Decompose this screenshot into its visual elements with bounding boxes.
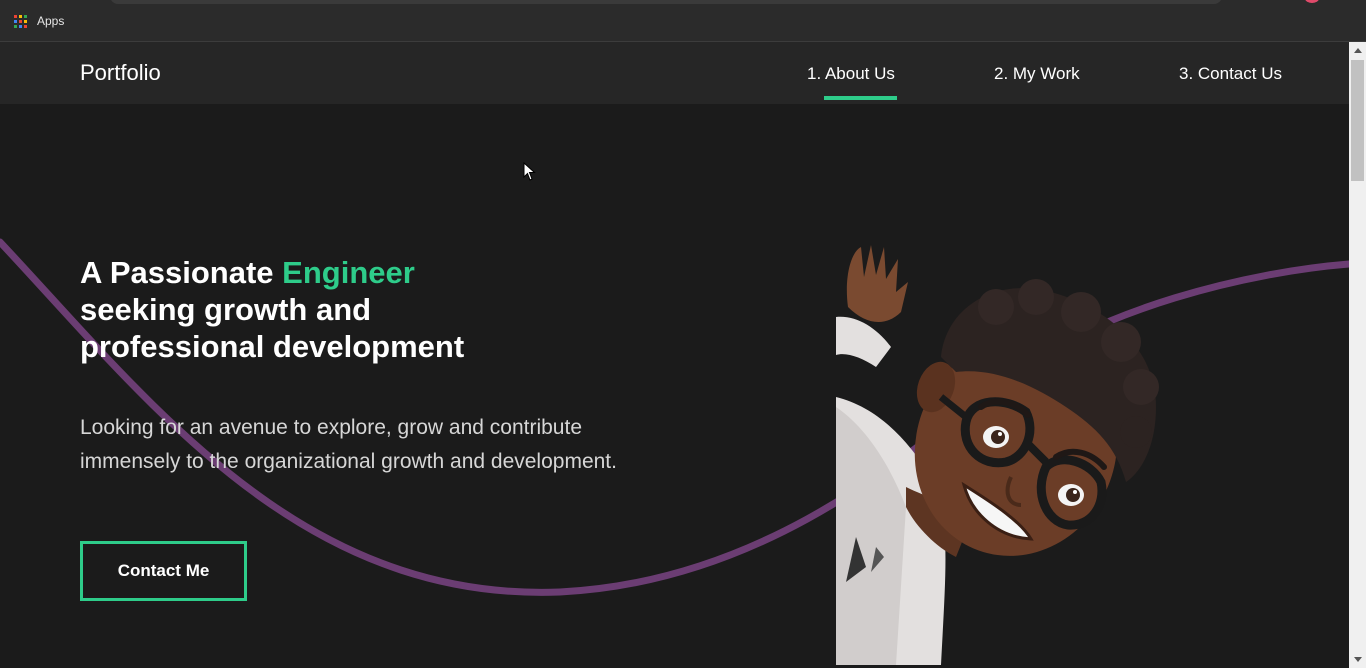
hero-subtitle: Looking for an avenue to explore, grow a… [80,416,617,473]
hero-title-prefix: A Passionate [80,255,283,290]
scrollbar-thumb[interactable] [1351,60,1364,181]
apps-bookmark-label[interactable]: Apps [37,14,64,28]
scroll-down-arrow-icon[interactable] [1349,651,1366,668]
avatar-illustration [836,245,1159,665]
site-logo[interactable]: Portfolio [80,60,161,86]
mouse-cursor-icon [523,162,536,181]
hero-title-line3: professional development [80,329,465,364]
nav-contact-us[interactable]: 3. Contact Us [1179,64,1282,84]
apps-grid-icon[interactable] [14,14,27,28]
browser-chrome: Apps [0,0,1366,42]
site-navbar: Portfolio 1. About Us 2. My Work 3. Cont… [0,42,1349,104]
hero-title-accent: Engineer [282,255,415,290]
scroll-up-arrow-icon[interactable] [1349,42,1366,59]
address-bar[interactable] [110,0,1222,4]
page-scrollbar[interactable] [1349,42,1366,668]
page-viewport: Portfolio 1. About Us 2. My Work 3. Cont… [0,42,1349,668]
active-nav-indicator [824,96,897,100]
profile-avatar[interactable] [1305,0,1319,3]
nav-my-work[interactable]: 2. My Work [994,64,1080,84]
nav-about-us[interactable]: 1. About Us [807,64,895,84]
hero-title-line2: seeking growth and [80,292,372,327]
hero-title: A Passionate Engineer seeking growth and… [80,254,600,365]
bookmarks-bar: Apps [14,14,64,28]
contact-me-button[interactable]: Contact Me [80,541,247,601]
